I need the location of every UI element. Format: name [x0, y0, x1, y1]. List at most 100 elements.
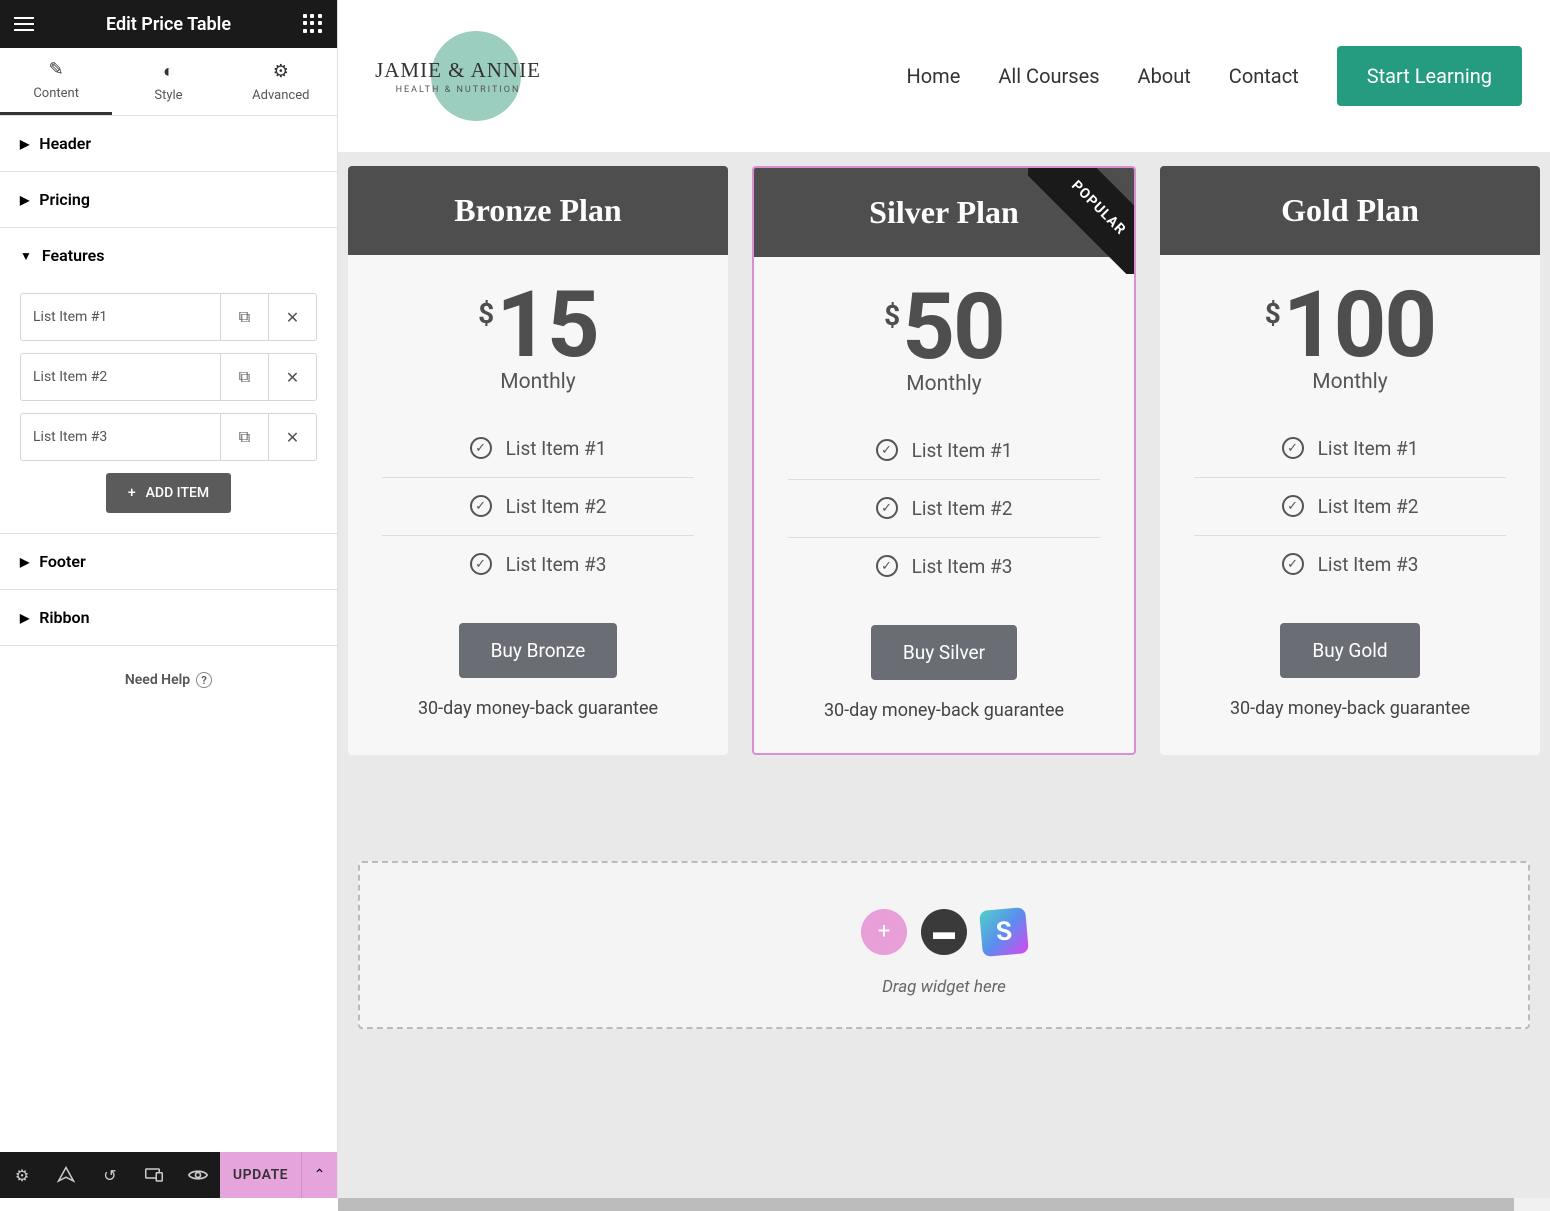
logo-main: JAMIE & ANNIE [375, 58, 541, 83]
nav-home[interactable]: Home [906, 64, 960, 88]
popular-ribbon: POPULAR [1028, 168, 1134, 274]
buy-button[interactable]: Buy Gold [1280, 623, 1419, 678]
plan-feature-text: List Item #2 [506, 495, 607, 518]
feature-item[interactable]: List Item #1 ⧉ ✕ [20, 293, 317, 341]
scrollbar-thumb[interactable] [338, 1198, 1514, 1211]
preview-icon[interactable] [176, 1152, 220, 1198]
responsive-icon[interactable] [132, 1152, 176, 1198]
close-icon[interactable]: ✕ [268, 294, 316, 340]
tab-label: Content [33, 86, 79, 101]
plan-feature-text: List Item #3 [912, 555, 1013, 578]
plan-guarantee: 30-day money-back guarantee [348, 678, 728, 751]
tab-label: Style [154, 88, 182, 103]
pricing-card[interactable]: Gold Plan $ 100 Monthly ✓ List Item #1 ✓… [1160, 166, 1540, 755]
check-circle-icon: ✓ [470, 553, 492, 575]
section-title: Features [42, 246, 105, 265]
ribbon-label: POPULAR [1028, 168, 1134, 274]
plan-feature-text: List Item #1 [506, 437, 607, 460]
duplicate-icon[interactable]: ⧉ [220, 354, 268, 400]
close-icon[interactable]: ✕ [268, 414, 316, 460]
section-header: ▶ Header [0, 116, 337, 172]
plan-feature-row: ✓ List Item #1 [1194, 420, 1506, 478]
pricing-card[interactable]: Bronze Plan $ 15 Monthly ✓ List Item #1 … [348, 166, 728, 755]
duplicate-icon[interactable]: ⧉ [220, 414, 268, 460]
feature-item[interactable]: List Item #3 ⧉ ✕ [20, 413, 317, 461]
plan-feature-row: ✓ List Item #2 [788, 480, 1100, 538]
nav-about[interactable]: About [1138, 64, 1191, 88]
plan-features: ✓ List Item #1 ✓ List Item #2 ✓ List Ite… [754, 402, 1134, 615]
close-icon[interactable]: ✕ [268, 354, 316, 400]
caret-right-icon: ▶ [20, 555, 29, 569]
widgets-grid-icon[interactable] [303, 14, 323, 34]
section-header-toggle[interactable]: ▶ Header [0, 116, 337, 171]
section-pricing-toggle[interactable]: ▶ Pricing [0, 172, 337, 227]
plan-title: Bronze Plan [348, 166, 728, 255]
plan-amount: 100 [1283, 285, 1435, 368]
feature-item-label: List Item #2 [21, 354, 220, 400]
drop-buttons: + ▬ S [360, 909, 1528, 955]
pricing-card[interactable]: POPULAR Silver Plan $ 50 Monthly ✓ List … [752, 166, 1136, 755]
buy-button[interactable]: Buy Bronze [459, 623, 618, 678]
section-footer-toggle[interactable]: ▶ Footer [0, 534, 337, 589]
section-title: Ribbon [39, 608, 89, 627]
caret-right-icon: ▶ [20, 193, 29, 207]
plan-price: $ 15 Monthly [348, 255, 728, 400]
update-label: UPDATE [233, 1167, 288, 1183]
check-circle-icon: ✓ [876, 555, 898, 577]
buy-button[interactable]: Buy Silver [871, 625, 1017, 680]
start-learning-button[interactable]: Start Learning [1337, 46, 1522, 106]
tab-style[interactable]: ◐ Style [112, 48, 224, 115]
section-features: ▼ Features List Item #1 ⧉ ✕ List Item #2… [0, 228, 337, 534]
question-icon: ? [196, 672, 212, 688]
sidebar-title: Edit Price Table [106, 14, 231, 35]
add-item-button[interactable]: + ADD ITEM [106, 473, 231, 513]
template-library-button[interactable]: ▬ [921, 909, 967, 955]
site-nav: Home All Courses About Contact Start Lea… [906, 46, 1522, 106]
check-circle-icon: ✓ [1282, 553, 1304, 575]
history-icon[interactable]: ↺ [88, 1152, 132, 1198]
check-circle-icon: ✓ [1282, 437, 1304, 459]
tab-label: Advanced [252, 88, 309, 103]
settings-icon[interactable]: ⚙ [0, 1152, 44, 1198]
tab-advanced[interactable]: ⚙ Advanced [225, 48, 337, 115]
s-icon: S [995, 916, 1014, 947]
feature-item[interactable]: List Item #2 ⧉ ✕ [20, 353, 317, 401]
hamburger-icon[interactable] [14, 17, 34, 31]
horizontal-scrollbar[interactable] [338, 1198, 1550, 1211]
plan-period: Monthly [754, 372, 1134, 396]
drop-hint: Drag widget here [360, 977, 1528, 997]
plan-guarantee: 30-day money-back guarantee [754, 680, 1134, 753]
add-section-button[interactable]: + [861, 909, 907, 955]
check-circle-icon: ✓ [876, 439, 898, 461]
contrast-icon: ◐ [163, 61, 174, 82]
caret-down-icon: ▼ [20, 249, 32, 263]
need-help-link[interactable]: Need Help ? [0, 646, 337, 714]
editor-sidebar: Edit Price Table ✎ Content ◐ Style ⚙ Adv… [0, 0, 338, 1198]
update-options-button[interactable]: ⌃ [301, 1152, 337, 1198]
need-help-label: Need Help [125, 672, 190, 688]
nav-contact[interactable]: Contact [1229, 64, 1299, 88]
plan-price: $ 50 Monthly [754, 257, 1134, 402]
plan-feature-row: ✓ List Item #3 [382, 536, 694, 593]
widget-drop-zone[interactable]: + ▬ S Drag widget here [358, 861, 1530, 1029]
update-button[interactable]: UPDATE [220, 1152, 301, 1198]
section-ribbon-toggle[interactable]: ▶ Ribbon [0, 590, 337, 645]
nav-courses[interactable]: All Courses [998, 64, 1099, 88]
plan-period: Monthly [1160, 370, 1540, 394]
editor-tabs: ✎ Content ◐ Style ⚙ Advanced [0, 48, 337, 116]
sizzy-button[interactable]: S [979, 907, 1029, 957]
navigator-icon[interactable] [44, 1152, 88, 1198]
site-header: JAMIE & ANNIE HEALTH & NUTRITION Home Al… [338, 0, 1550, 152]
section-ribbon: ▶ Ribbon [0, 590, 337, 646]
plan-feature-row: ✓ List Item #3 [1194, 536, 1506, 593]
section-features-toggle[interactable]: ▼ Features [0, 228, 337, 283]
duplicate-icon[interactable]: ⧉ [220, 294, 268, 340]
plan-feature-text: List Item #2 [912, 497, 1013, 520]
add-item-label: ADD ITEM [146, 485, 210, 501]
gear-icon: ⚙ [273, 61, 289, 82]
plan-title: Gold Plan [1160, 166, 1540, 255]
site-logo[interactable]: JAMIE & ANNIE HEALTH & NUTRITION [358, 26, 558, 126]
tab-content[interactable]: ✎ Content [0, 48, 112, 115]
plan-currency: $ [478, 297, 494, 330]
plan-amount: 15 [496, 285, 598, 368]
